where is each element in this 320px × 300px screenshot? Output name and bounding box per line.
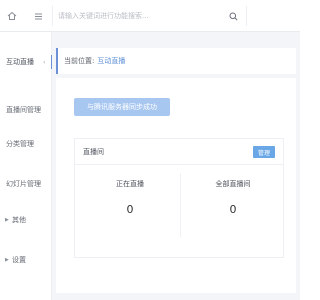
sidebar-item-label: 幻灯片管理 (6, 180, 41, 188)
caret-right-icon: ▶ (5, 257, 9, 263)
sidebar: 互动直播 ‹ 直播间管理 分类管理 幻灯片管理 ▶ 其他 ▶ 设置 (0, 32, 53, 300)
live-room-card: 直播间 管理 正在直播 0 全部直播间 0 (74, 138, 284, 258)
sync-status-button[interactable]: 与腾讯服务器同步成功 (74, 98, 170, 116)
menu-icon[interactable] (30, 8, 46, 24)
sidebar-item-room-management[interactable]: 直播间管理 (0, 100, 52, 120)
stat-label: 正在直播 (116, 180, 144, 188)
caret-right-icon: ▶ (5, 217, 9, 223)
stat-all-rooms: 全部直播间 0 (183, 179, 283, 216)
stat-live-now: 正在直播 0 (80, 179, 180, 216)
sidebar-item-label: 设置 (12, 256, 26, 264)
sidebar-item-slide-management[interactable]: 幻灯片管理 (0, 174, 52, 194)
stat-label: 全部直播间 (215, 180, 251, 188)
sidebar-item-settings[interactable]: ▶ 设置 (0, 250, 52, 270)
stat-divider (180, 173, 181, 237)
sidebar-item-label: 其他 (12, 216, 26, 224)
search-input[interactable] (58, 8, 228, 24)
top-divider (52, 6, 53, 26)
sidebar-item-other[interactable]: ▶ 其他 (0, 210, 52, 230)
breadcrumb: 当前位置: 互动直播 (56, 48, 296, 74)
stat-value: 0 (126, 203, 134, 216)
sidebar-item-label: 互动直播 (6, 58, 34, 66)
top-bar (0, 0, 300, 32)
card-header: 直播间 管理 (75, 139, 283, 165)
sidebar-item-interactive-live[interactable]: 互动直播 ‹ (0, 52, 53, 72)
top-divider (246, 6, 247, 26)
card-title: 直播间 (83, 147, 104, 156)
sidebar-item-category-management[interactable]: 分类管理 (0, 134, 52, 154)
breadcrumb-current[interactable]: 互动直播 (97, 56, 125, 66)
search-icon[interactable] (225, 8, 241, 24)
stat-value: 0 (229, 203, 237, 216)
sidebar-item-label: 直播间管理 (6, 106, 41, 114)
breadcrumb-prefix: 当前位置: (64, 57, 95, 65)
manage-button[interactable]: 管理 (253, 146, 275, 158)
home-icon[interactable] (4, 8, 20, 24)
chevron-left-icon: ‹ (43, 58, 46, 66)
sidebar-item-label: 分类管理 (6, 140, 34, 148)
